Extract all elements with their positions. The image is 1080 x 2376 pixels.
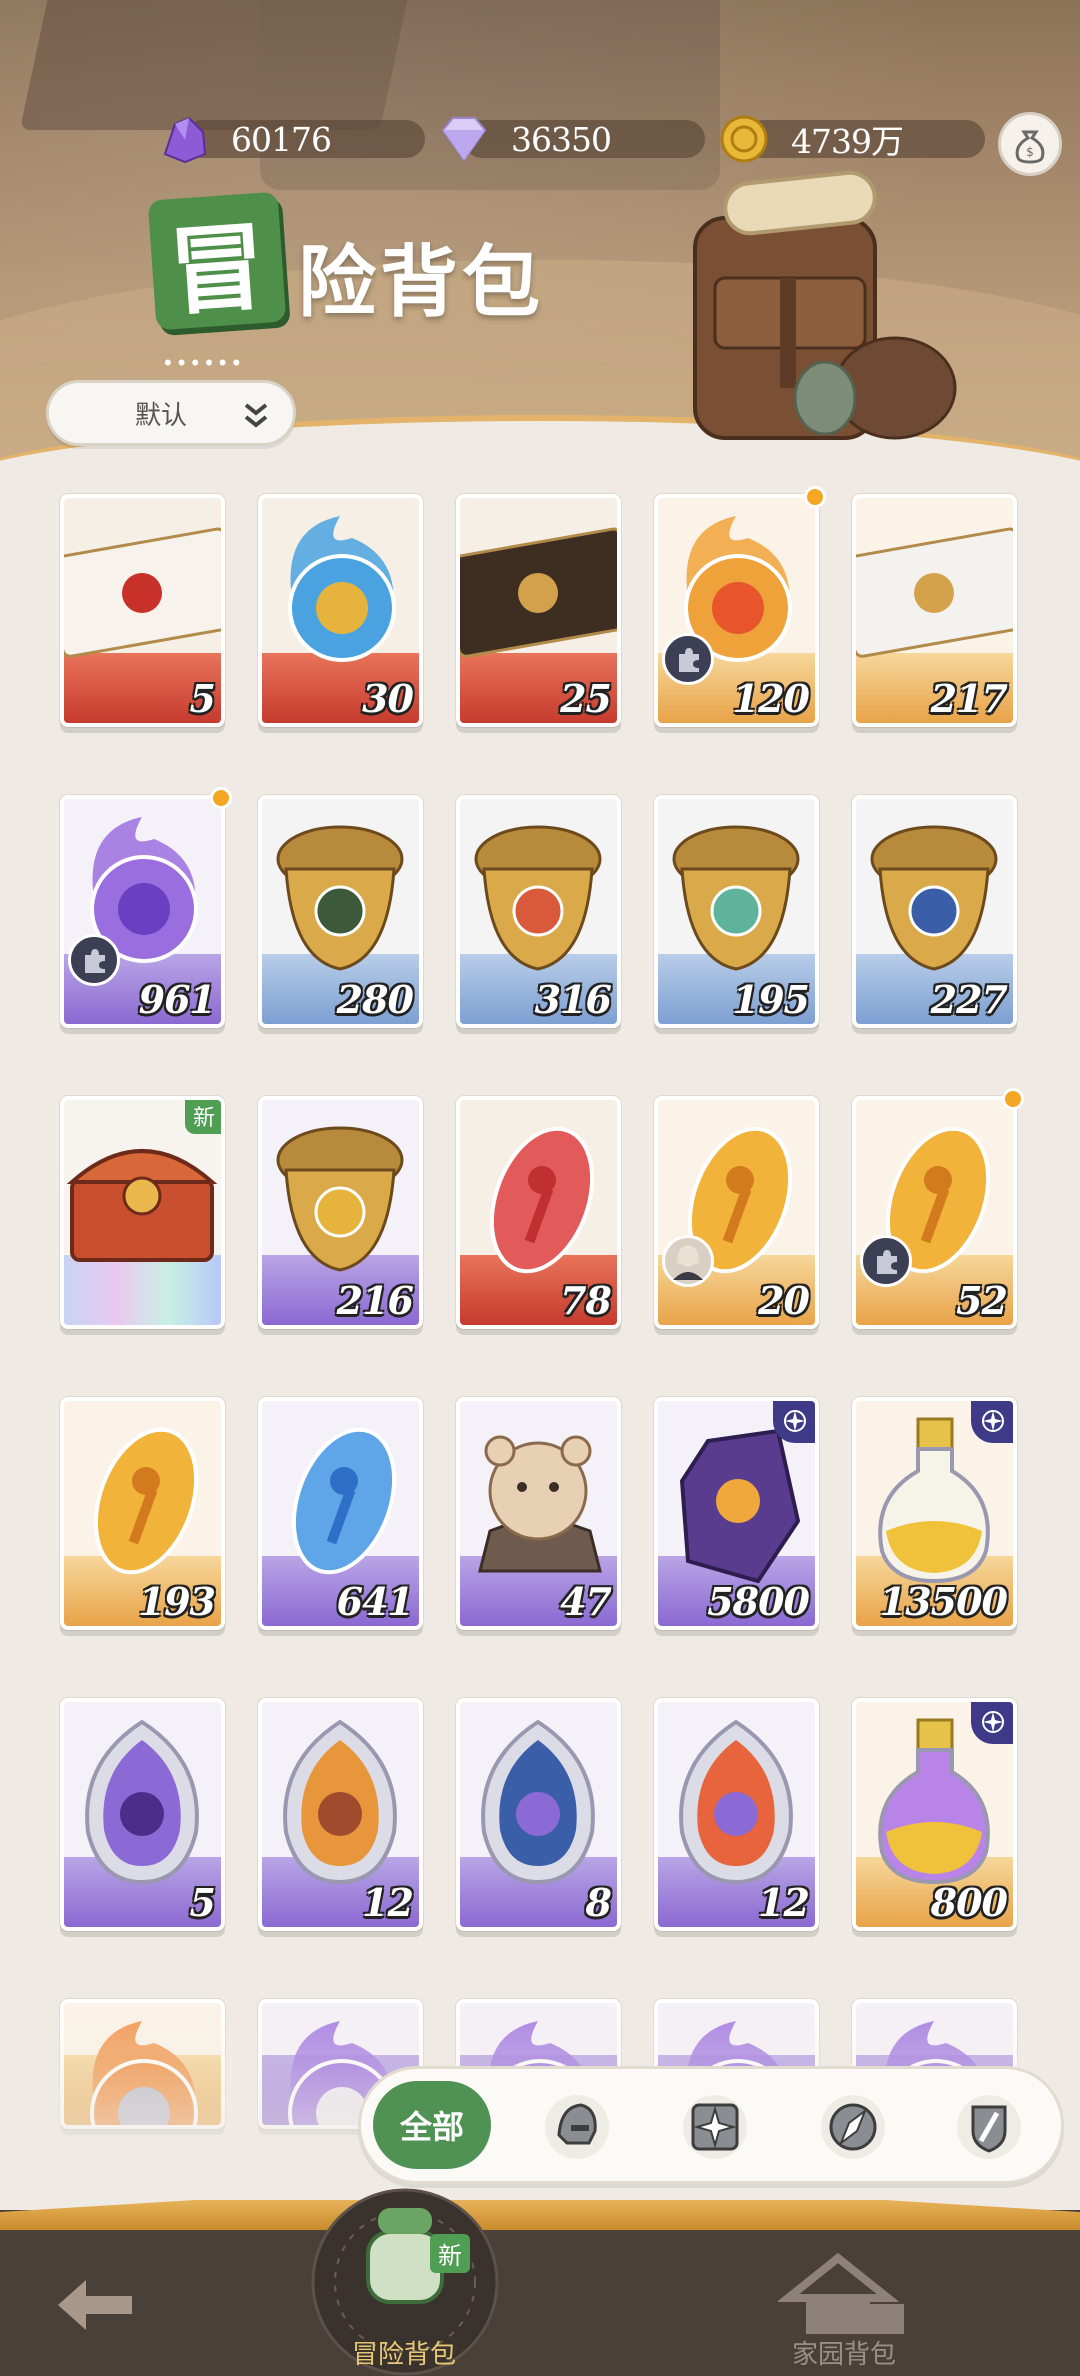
home-icon[interactable] <box>778 2248 908 2338</box>
item-card[interactable]: 52 <box>852 1096 1017 1329</box>
back-arrow-icon[interactable] <box>50 2270 140 2340</box>
item-card[interactable]: 800 <box>852 1698 1017 1931</box>
bottom-navigation: 新 冒险背包 家园背包 <box>0 2188 1080 2376</box>
item-count: 280 <box>336 977 414 1022</box>
compass-badge-icon <box>773 1401 815 1443</box>
item-card[interactable]: 新 <box>60 1096 225 1329</box>
item-card[interactable]: 193 <box>60 1397 225 1630</box>
item-count: 961 <box>138 977 216 1022</box>
item-count: 641 <box>336 1579 414 1624</box>
item-card[interactable]: 78 <box>456 1096 621 1329</box>
notification-dot <box>210 787 232 809</box>
notification-dot <box>1002 1088 1024 1110</box>
compass-badge-icon <box>971 1401 1013 1443</box>
compass-needle-icon[interactable] <box>817 2091 889 2163</box>
purple-crystal-icon <box>163 116 207 164</box>
page-title: 险背包 <box>298 237 545 328</box>
item-card[interactable]: 120 <box>654 494 819 727</box>
item-count: 47 <box>560 1579 612 1624</box>
item-card[interactable]: 216 <box>258 1096 423 1329</box>
item-card[interactable]: 280 <box>258 795 423 1028</box>
item-card[interactable]: 5800 <box>654 1397 819 1630</box>
filter-all-button[interactable]: 全部 <box>373 2081 491 2169</box>
adventure-bag-label[interactable]: 冒险背包 <box>352 2334 456 2371</box>
item-card[interactable]: 961 <box>60 795 225 1028</box>
item-count: 8 <box>585 1880 612 1925</box>
item-card[interactable]: 217 <box>852 494 1017 727</box>
svg-text:$: $ <box>1026 145 1034 159</box>
new-tag: 新 <box>184 1100 221 1134</box>
item-count: 78 <box>560 1278 612 1323</box>
item-count: 193 <box>138 1579 216 1624</box>
money-bag-icon: $ <box>1015 130 1045 164</box>
item-card[interactable]: 12 <box>654 1698 819 1931</box>
item-card[interactable]: 25 <box>456 494 621 727</box>
title-dots: •••••• <box>164 350 247 375</box>
item-count: 25 <box>560 676 612 721</box>
item-count: 30 <box>362 676 414 721</box>
currency-gold[interactable]: 4739万 <box>715 115 985 163</box>
notification-dot <box>804 486 826 508</box>
item-count: 120 <box>732 676 810 721</box>
puzzle-icon <box>68 934 120 986</box>
item-count: 227 <box>930 977 1008 1022</box>
item-card[interactable]: 30 <box>258 494 423 727</box>
currency-diamond[interactable]: 36350 <box>435 116 705 162</box>
puzzle-icon <box>860 1235 912 1287</box>
new-badge: 新 <box>430 2234 470 2273</box>
item-count: 52 <box>956 1278 1008 1323</box>
item-card[interactable]: 5 <box>60 1698 225 1931</box>
item-count: 316 <box>534 977 612 1022</box>
sword-shield-icon[interactable] <box>953 2091 1025 2163</box>
item-card[interactable]: 13500 <box>852 1397 1017 1630</box>
puzzle-icon <box>662 633 714 685</box>
currency-value: 60176 <box>231 119 332 159</box>
item-card[interactable]: 8 <box>456 1698 621 1931</box>
item-count: 12 <box>758 1880 810 1925</box>
gold-coin-icon <box>720 115 768 163</box>
item-count: 5 <box>189 1880 216 1925</box>
character-avatar <box>662 1235 714 1287</box>
category-filter-bar: 全部 <box>358 2066 1064 2184</box>
item-count: 800 <box>930 1880 1008 1925</box>
item-count: 216 <box>336 1278 414 1323</box>
helmet-icon[interactable] <box>541 2091 613 2163</box>
item-card[interactable]: 12 <box>258 1698 423 1931</box>
item-card[interactable]: 316 <box>456 795 621 1028</box>
diamond-icon <box>441 117 487 162</box>
title-badge: 冒 <box>147 191 287 331</box>
backpack-illustration <box>693 170 957 440</box>
item-count: 5 <box>189 676 216 721</box>
currency-value: 36350 <box>511 119 612 159</box>
sort-label: 默认 <box>135 400 188 431</box>
item-count: 217 <box>930 676 1008 721</box>
item-card[interactable]: 195 <box>654 795 819 1028</box>
currency-purple-crystal[interactable]: 60176 <box>155 116 425 164</box>
item-count: 5800 <box>707 1579 810 1624</box>
item-card[interactable]: 641 <box>258 1397 423 1630</box>
compass-star-icon[interactable] <box>679 2091 751 2163</box>
item-card[interactable]: 227 <box>852 795 1017 1028</box>
sort-dropdown[interactable]: 默认 <box>46 380 296 446</box>
item-card[interactable]: 47 <box>456 1397 621 1630</box>
item-card[interactable]: 20 <box>654 1096 819 1329</box>
currency-value: 4739万 <box>791 122 904 161</box>
double-chevron-down-icon <box>244 403 268 428</box>
home-bag-label[interactable]: 家园背包 <box>792 2334 896 2371</box>
item-count: 195 <box>732 977 810 1022</box>
money-bag-button[interactable]: $ <box>998 112 1062 176</box>
item-card[interactable]: 5 <box>60 494 225 727</box>
compass-badge-icon <box>971 1702 1013 1744</box>
item-count: 13500 <box>879 1579 1008 1624</box>
item-count: 12 <box>362 1880 414 1925</box>
item-count: 20 <box>758 1278 810 1323</box>
